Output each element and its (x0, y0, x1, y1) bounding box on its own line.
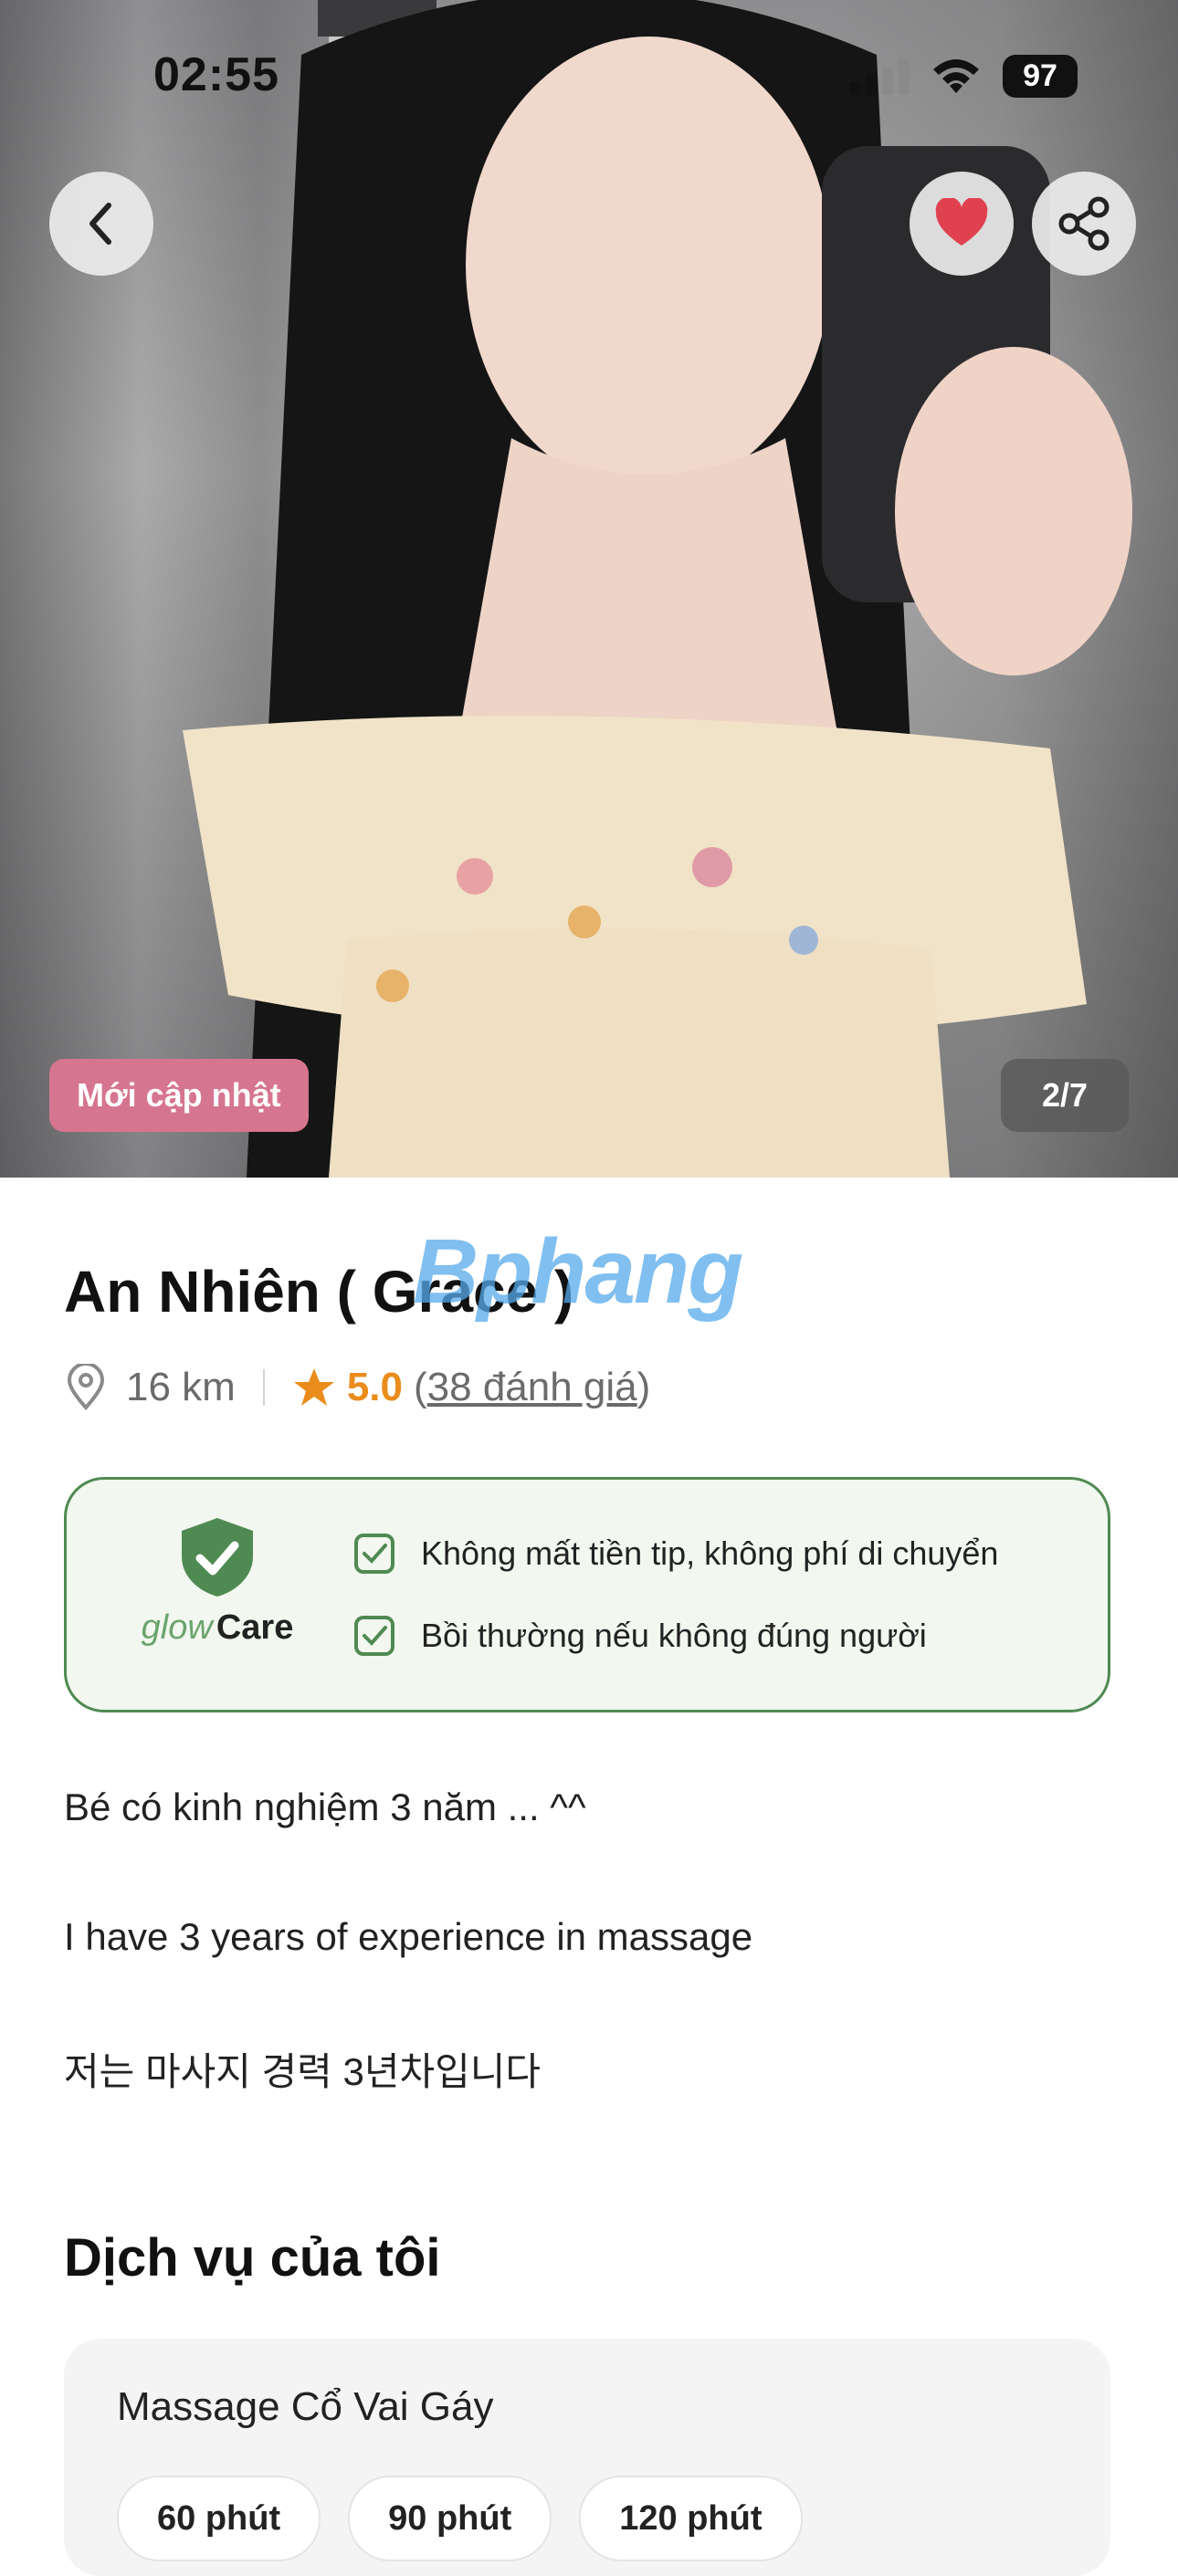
description-line: 저는 마사지 경력 3년차입니다 (64, 2050, 542, 2093)
duration-chip-120[interactable]: 120 phút (579, 2476, 803, 2561)
care-item: Bồi thường nếu không đúng người (353, 1615, 927, 1657)
duration-options: 60 phút 90 phút 120 phút (117, 2476, 803, 2561)
location-pin-icon (67, 1364, 105, 1411)
rating-value: 5.0 (346, 1365, 403, 1409)
reviews-open-paren: ( (414, 1365, 427, 1409)
new-update-badge: Mới cập nhật (49, 1059, 309, 1132)
description-line: I have 3 years of experience in massage (64, 1915, 753, 1958)
checkbox-icon (354, 1616, 394, 1656)
share-icon (1058, 196, 1110, 251)
share-button[interactable] (1032, 172, 1136, 276)
care-item-text: Bồi thường nếu không đúng người (421, 1617, 927, 1654)
reviews-close-paren: ) (636, 1365, 651, 1409)
wifi-icon (933, 58, 979, 93)
duration-chip-60[interactable]: 60 phút (117, 2476, 321, 2561)
brand-care: Care (216, 1608, 294, 1647)
glow-care-logo: glow Care (131, 1516, 304, 1648)
services-title: Dịch vụ của tôi (64, 2228, 441, 2288)
back-button[interactable] (49, 172, 153, 276)
service-name: Massage Cổ Vai Gáy (117, 2384, 494, 2429)
care-item-text: Không mất tiền tip, không phí di chuyển (421, 1534, 999, 1572)
heart-icon (935, 198, 988, 246)
chevron-left-icon (89, 203, 111, 245)
checkbox-icon (354, 1534, 394, 1574)
signal-icon (849, 58, 910, 95)
profile-photo[interactable]: 02:55 97 Mới cập nhật 2/7 (0, 0, 1178, 1178)
distance-text: 16 km (126, 1365, 236, 1409)
reviews-link[interactable]: 38 đánh giá (427, 1365, 637, 1410)
care-item: Không mất tiền tip, không phí di chuyển (353, 1533, 998, 1575)
favorite-button[interactable] (910, 172, 1014, 276)
status-icons: 97 (849, 55, 1078, 98)
glow-care-box: glow Care Không mất tiền tip, không phí d… (64, 1477, 1110, 1712)
meta-divider (262, 1369, 265, 1406)
shield-check-icon (182, 1518, 253, 1597)
brand-glow: glow (141, 1608, 213, 1647)
service-card[interactable]: Massage Cổ Vai Gáy 60 phút 90 phút 120 p… (64, 2339, 1110, 2576)
star-icon (293, 1368, 334, 1406)
battery-indicator: 97 (1003, 55, 1078, 98)
photo-illustration (183, 0, 1132, 1178)
description-line: Bé có kinh nghiệm 3 năm ... ^^ (64, 1785, 586, 1828)
status-time: 02:55 (153, 48, 279, 101)
duration-chip-90[interactable]: 90 phút (348, 2476, 552, 2561)
photo-counter: 2/7 (1001, 1059, 1129, 1132)
profile-meta: 16 km 5.0 (38 đánh giá) (64, 1360, 650, 1415)
watermark-logo: Bphang (413, 1220, 743, 1323)
